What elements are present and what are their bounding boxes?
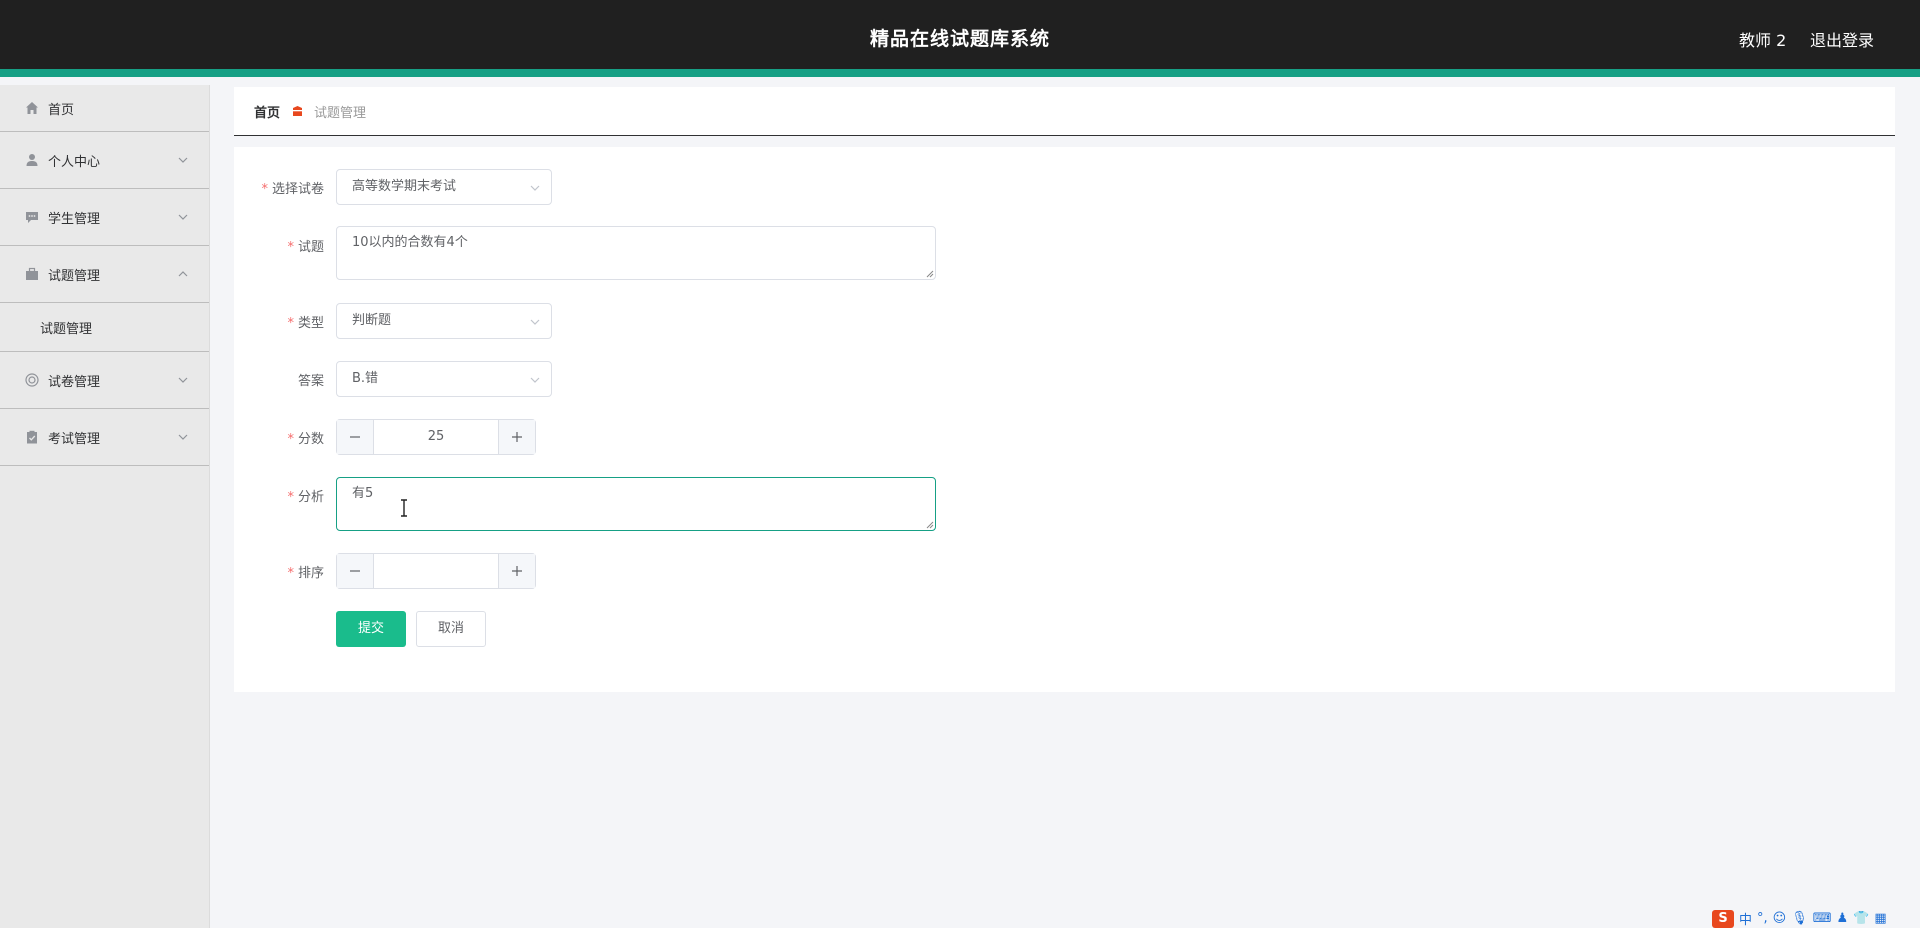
- resize-handle-icon[interactable]: [924, 268, 934, 278]
- analysis-textarea[interactable]: 有5: [336, 477, 936, 531]
- chat-icon: [24, 209, 40, 225]
- chevron-down-icon: [178, 214, 188, 220]
- current-user: 教师 2: [1739, 31, 1787, 50]
- score-stepper[interactable]: 25: [336, 419, 536, 455]
- paper-label: * 选择试卷: [261, 182, 324, 197]
- resize-handle-icon[interactable]: [924, 519, 934, 529]
- order-stepper[interactable]: [336, 553, 536, 589]
- question-textarea[interactable]: 10以内的合数有4个: [336, 226, 936, 280]
- plus-icon: [512, 432, 522, 442]
- clipboard-icon: [24, 429, 40, 445]
- microphone-icon[interactable]: 🎙: [1791, 911, 1808, 926]
- grid-icon[interactable]: ▦: [1874, 911, 1886, 926]
- sidebar-item-exams[interactable]: 考试管理: [0, 409, 209, 466]
- sidebar-subitem-questions[interactable]: 试题管理: [0, 303, 209, 352]
- answer-label: 答案: [297, 374, 324, 389]
- sidebar-item-label: 学生管理: [48, 211, 101, 227]
- required-mark: *: [287, 316, 294, 331]
- minus-icon: [350, 436, 360, 438]
- sidebar-item-questions[interactable]: 试题管理: [0, 246, 209, 303]
- sidebar: 首页 个人中心 学生管理 试题管理 试题管理 试卷管理 考试管理: [0, 85, 210, 928]
- submit-button[interactable]: 提交: [336, 611, 406, 647]
- punctuation-icon[interactable]: °,: [1757, 911, 1768, 926]
- score-label: * 分数: [287, 432, 324, 447]
- sidebar-item-label: 试卷管理: [48, 374, 101, 390]
- sidebar-item-students[interactable]: 学生管理: [0, 189, 209, 246]
- score-decrement-button[interactable]: [337, 420, 374, 454]
- analysis-text: 有5: [352, 486, 374, 501]
- ime-toolbar[interactable]: S 中 °, ☺ 🎙 ⌨ ♟ 👕 ▦: [1712, 909, 1887, 928]
- sidebar-item-personal-center[interactable]: 个人中心: [0, 132, 209, 189]
- order-increment-button[interactable]: [498, 554, 535, 588]
- emoji-icon[interactable]: ☺: [1773, 911, 1787, 926]
- user-icon: [24, 152, 40, 168]
- type-label: * 类型: [287, 316, 324, 331]
- shirt-icon[interactable]: 👕: [1853, 911, 1869, 926]
- sidebar-item-label: 试题管理: [48, 268, 101, 284]
- text-cursor-icon: [401, 499, 407, 517]
- order-value[interactable]: [374, 554, 498, 588]
- chevron-down-icon: [530, 185, 540, 191]
- cancel-button[interactable]: 取消: [416, 611, 486, 647]
- paper-select[interactable]: 高等数学期末考试: [336, 169, 552, 205]
- type-select[interactable]: 判断题: [336, 303, 552, 339]
- top-bar: 精品在线试题库系统 教师 2 退出登录: [0, 0, 1920, 77]
- sidebar-item-label: 个人中心: [48, 154, 101, 170]
- app-title: 精品在线试题库系统: [869, 28, 1050, 50]
- user-icon[interactable]: ♟: [1837, 911, 1849, 926]
- required-mark: *: [287, 490, 294, 505]
- minus-icon: [350, 570, 360, 572]
- breadcrumb-home[interactable]: 首页: [254, 102, 280, 121]
- keyboard-icon[interactable]: ⌨: [1813, 911, 1832, 926]
- score-value[interactable]: 25: [374, 420, 498, 454]
- required-mark: *: [287, 240, 294, 255]
- order-label: * 排序: [287, 566, 324, 581]
- order-decrement-button[interactable]: [337, 554, 374, 588]
- sidebar-item-label: 考试管理: [48, 431, 101, 447]
- breadcrumb-current: 试题管理: [314, 105, 367, 121]
- answer-select[interactable]: B.错: [336, 361, 552, 397]
- plus-icon: [512, 566, 522, 576]
- ime-language-indicator[interactable]: 中: [1739, 909, 1752, 928]
- required-mark: *: [287, 432, 294, 447]
- circle-icon: [24, 372, 40, 388]
- flag-icon: [291, 105, 304, 118]
- chevron-up-icon: [178, 271, 188, 277]
- paper-select-value: 高等数学期末考试: [352, 179, 457, 194]
- chevron-down-icon: [178, 434, 188, 440]
- required-mark: *: [261, 182, 268, 197]
- sidebar-item-papers[interactable]: 试卷管理: [0, 352, 209, 409]
- required-mark: *: [287, 566, 294, 581]
- question-label: * 试题: [287, 240, 324, 255]
- breadcrumb: 首页 试题管理: [234, 87, 1895, 136]
- chevron-down-icon: [530, 377, 540, 383]
- type-select-value: 判断题: [352, 313, 392, 328]
- answer-select-value: B.错: [352, 371, 379, 386]
- chevron-down-icon: [530, 319, 540, 325]
- question-form: * 选择试卷 高等数学期末考试 * 试题 10以内的合数有4个 * 类型 判断题 答案…: [234, 147, 1895, 692]
- ime-logo-icon[interactable]: S: [1712, 909, 1734, 928]
- home-icon: [24, 100, 40, 116]
- analysis-label: * 分析: [287, 490, 324, 505]
- chevron-down-icon: [178, 377, 188, 383]
- score-increment-button[interactable]: [498, 420, 535, 454]
- logout-link[interactable]: 退出登录: [1810, 27, 1874, 51]
- question-text: 10以内的合数有4个: [352, 235, 468, 250]
- chevron-down-icon: [178, 157, 188, 163]
- sidebar-item-home[interactable]: 首页: [0, 85, 209, 132]
- briefcase-icon: [24, 266, 40, 282]
- sidebar-item-label: 首页: [48, 102, 75, 118]
